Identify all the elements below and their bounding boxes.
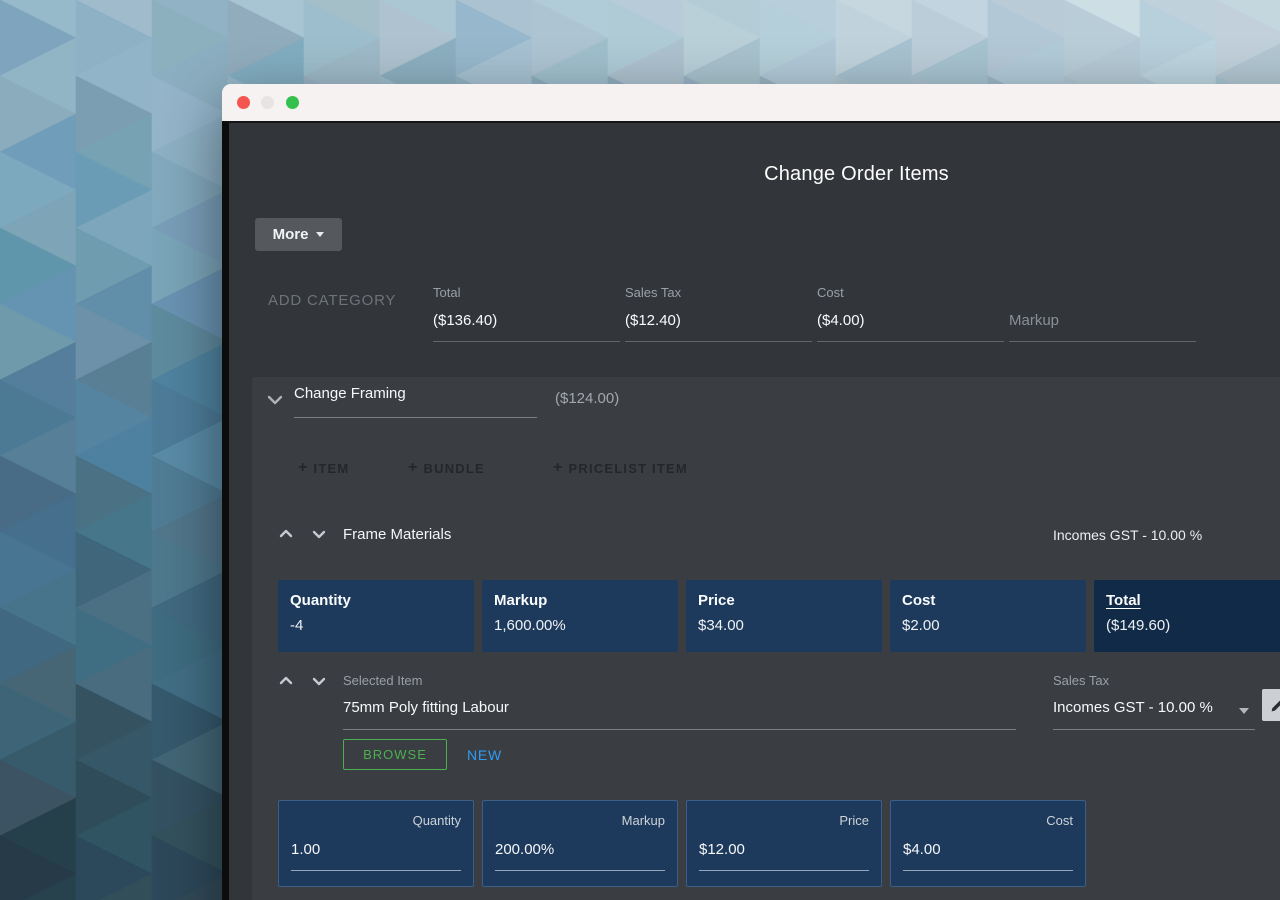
field-label: Markup [621, 813, 665, 828]
box-label: Markup [494, 592, 548, 609]
add-bundle-button[interactable]: + BUNDLE [408, 459, 485, 477]
box-value: ($149.60) [1106, 617, 1171, 634]
move-group-up-button[interactable] [276, 524, 296, 544]
summary-field-markup[interactable]: Markup [1009, 285, 1196, 342]
summary-field-value: ($12.40) [625, 312, 681, 329]
summary-field-cost[interactable]: Cost ($4.00) [817, 285, 1004, 342]
group-total-quantity-box: Quantity -4 [278, 580, 474, 652]
app-window: Change Order Items More ADD CATEGORY Tot… [222, 84, 1280, 900]
input-underline [495, 870, 665, 871]
plus-icon: + [553, 459, 564, 476]
field-value: $12.00 [699, 841, 745, 858]
input-underline [343, 729, 1016, 730]
collapse-category-button[interactable] [264, 389, 286, 411]
category-total: ($124.00) [555, 390, 620, 407]
close-window-button[interactable] [237, 96, 250, 109]
group-total-markup-box: Markup 1,600.00% [482, 580, 678, 652]
category-name-input[interactable]: Change Framing [294, 385, 537, 418]
selected-item-input[interactable]: 75mm Poly fitting Labour [343, 699, 509, 716]
more-button[interactable]: More [255, 218, 342, 251]
add-pricelist-item-label: PRICELIST ITEM [568, 460, 688, 476]
selected-item-label: Selected Item [343, 673, 423, 688]
field-value: 1.00 [291, 841, 321, 858]
chevron-down-icon [312, 530, 326, 539]
chevron-up-icon [279, 676, 293, 685]
summary-field-value: ($136.40) [433, 312, 498, 329]
window-titlebar [222, 84, 1280, 121]
add-item-button[interactable]: + ITEM [298, 459, 349, 477]
pencil-icon [1271, 700, 1280, 712]
field-value: 200.00% [495, 841, 555, 858]
summary-field-label: Markup [1009, 312, 1060, 329]
chevron-down-icon [312, 677, 326, 686]
item-cost-field[interactable]: Cost $4.00 [890, 800, 1086, 887]
browse-button[interactable]: BROWSE [343, 739, 447, 770]
box-label: Cost [902, 592, 936, 609]
sales-tax-value: Incomes GST - 10.00 % [1053, 699, 1213, 716]
edit-sales-tax-button[interactable] [1262, 689, 1280, 721]
move-item-up-button[interactable] [276, 671, 296, 691]
sales-tax-label: Sales Tax [1053, 673, 1110, 688]
app-content: Change Order Items More ADD CATEGORY Tot… [222, 121, 1280, 900]
summary-field-sales-tax[interactable]: Sales Tax ($12.40) [625, 285, 812, 342]
input-underline [291, 870, 461, 871]
minimize-window-button[interactable] [261, 96, 274, 109]
dropdown-caret-icon [1239, 708, 1249, 714]
chevron-up-icon [279, 529, 293, 538]
box-value: 1,600.00% [494, 617, 566, 634]
field-label: Cost [1046, 813, 1073, 828]
add-pricelist-item-button[interactable]: + PRICELIST ITEM [553, 459, 688, 477]
input-underline [699, 870, 869, 871]
box-value: -4 [290, 617, 304, 634]
summary-field-total[interactable]: Total ($136.40) [433, 285, 620, 342]
chevron-down-icon [316, 232, 325, 237]
page-title: Change Order Items [764, 163, 949, 185]
item-price-field[interactable]: Price $12.00 [686, 800, 882, 887]
add-item-label: ITEM [313, 460, 350, 476]
plus-icon: + [408, 459, 419, 476]
summary-field-label: Sales Tax [625, 285, 682, 300]
field-value: $4.00 [903, 841, 941, 858]
move-item-down-button[interactable] [309, 671, 329, 691]
group-total-price-box: Price $34.00 [686, 580, 882, 652]
item-quantity-field[interactable]: Quantity 1.00 [278, 800, 474, 887]
zoom-window-button[interactable] [286, 96, 299, 109]
box-label: Total [1106, 592, 1141, 609]
add-category-button[interactable]: ADD CATEGORY [268, 292, 396, 309]
group-total-total-box[interactable]: Total ($149.60) [1094, 580, 1280, 652]
input-underline [903, 870, 1073, 871]
sales-tax-select[interactable]: Incomes GST - 10.00 % [1053, 699, 1255, 730]
add-bundle-label: BUNDLE [423, 460, 485, 476]
chevron-down-icon [267, 395, 283, 405]
box-value: $34.00 [698, 617, 744, 634]
box-label: Price [698, 592, 735, 609]
group-total-cost-box: Cost $2.00 [890, 580, 1086, 652]
category-panel: Change Framing ($124.00) + ITEM + BUNDLE… [252, 377, 1280, 900]
new-button[interactable]: NEW [459, 739, 510, 770]
summary-field-value: ($4.00) [817, 312, 865, 329]
field-label: Price [839, 813, 869, 828]
group-tax: Incomes GST - 10.00 % [1053, 527, 1203, 543]
box-label: Quantity [290, 592, 351, 609]
move-group-down-button[interactable] [309, 524, 329, 544]
box-value: $2.00 [902, 617, 940, 634]
plus-icon: + [298, 459, 309, 476]
summary-field-label: Cost [817, 285, 844, 300]
summary-field-label: Total [433, 285, 461, 300]
group-name: Frame Materials [343, 526, 452, 543]
field-label: Quantity [412, 813, 461, 828]
input-underline [1053, 729, 1255, 730]
more-button-label: More [272, 226, 309, 243]
item-markup-field[interactable]: Markup 200.00% [482, 800, 678, 887]
